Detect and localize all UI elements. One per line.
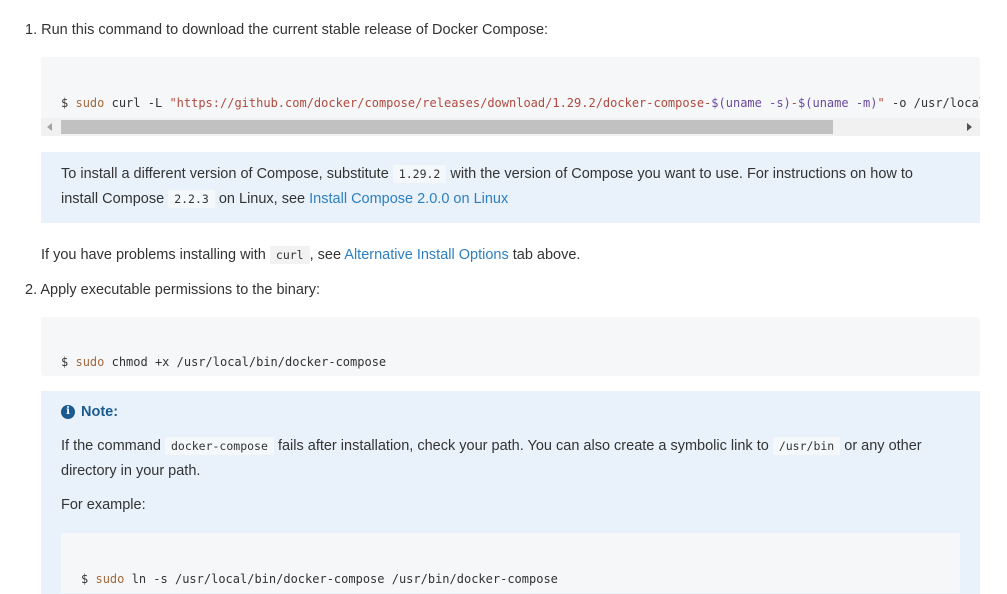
code-block-download[interactable]: $ sudo curl -L "https://github.com/docke… (41, 57, 980, 119)
step-1: 1. Run this command to download the curr… (25, 20, 548, 40)
curl-problem-text: If you have problems installing with cur… (41, 246, 581, 264)
code-block-symlink[interactable]: $ sudo ln -s /usr/local/bin/docker-compo… (61, 533, 960, 593)
code-block-chmod[interactable]: $ sudo chmod +x /usr/local/bin/docker-co… (41, 317, 980, 376)
step-1-number: 1. (25, 22, 38, 38)
note-paragraph-1: If the command docker-compose fails afte… (61, 437, 922, 479)
step-2-text: Apply executable permissions to the bina… (40, 282, 321, 298)
scroll-thumb[interactable] (61, 120, 833, 134)
curl-code: curl (269, 246, 310, 264)
horizontal-scrollbar[interactable] (41, 118, 980, 136)
version-note: To install a different version of Compos… (41, 152, 980, 223)
note-box: i Note: If the command docker-compose fa… (41, 391, 980, 594)
download-command[interactable]: $ sudo curl -L "https://github.com/docke… (61, 79, 980, 111)
info-icon: i (61, 405, 75, 419)
alternative-install-link[interactable]: Alternative Install Options (344, 247, 508, 263)
note-paragraph-2: For example: (61, 497, 146, 513)
version-code: 1.29.2 (392, 165, 447, 183)
symlink-command[interactable]: $ sudo ln -s /usr/local/bin/docker-compo… (81, 555, 558, 587)
version-note-text: To install a different version of Compos… (61, 165, 913, 208)
step-2: 2. Apply executable permissions to the b… (25, 280, 320, 300)
scroll-right-icon[interactable] (967, 123, 972, 131)
usr-bin-code: /usr/bin (772, 437, 841, 455)
step-2-number: 2. (25, 282, 38, 298)
chmod-command[interactable]: $ sudo chmod +x /usr/local/bin/docker-co… (61, 338, 386, 370)
step-1-text: Run this command to download the current… (41, 22, 549, 38)
docker-compose-code: docker-compose (164, 437, 274, 455)
version2-code: 2.2.3 (168, 190, 215, 208)
scroll-left-icon[interactable] (47, 123, 52, 131)
note-title: i Note: (61, 404, 118, 420)
install-compose-link[interactable]: Install Compose 2.0.0 on Linux (309, 191, 508, 207)
